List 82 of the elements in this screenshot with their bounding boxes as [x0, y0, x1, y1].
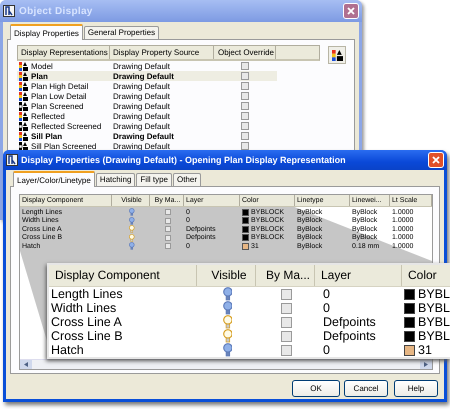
tab[interactable]: Hatching	[96, 173, 136, 186]
table-cell: Model	[31, 62, 53, 70]
window-title: Object Display	[19, 6, 94, 16]
table-cell-text: Drawing Default	[112, 142, 171, 150]
checkbox[interactable]	[281, 344, 292, 356]
checkbox[interactable]	[241, 62, 249, 70]
tab[interactable]: General Properties	[84, 26, 160, 39]
table-cell: Sill Plan	[31, 132, 62, 140]
column-header[interactable]: Display Component	[49, 265, 197, 286]
checkbox[interactable]	[281, 302, 292, 314]
table-cell-text: Defpoints	[322, 329, 377, 343]
table-cell-text: Cross Line B	[50, 329, 124, 343]
table-cell-text: 0	[322, 301, 331, 315]
table-cell-text: Width Lines	[50, 301, 118, 315]
column-header[interactable]: Object Override	[214, 46, 276, 59]
checkbox[interactable]	[241, 102, 249, 110]
table-cell: Plan Low Detail	[31, 92, 87, 100]
table-cell: Sill Plan Screened	[31, 142, 96, 150]
scroll-left-button[interactable]	[20, 360, 32, 369]
tab[interactable]: Display Properties	[10, 24, 83, 40]
table-cell-text: Drawing Default	[112, 82, 171, 90]
column-header[interactable]: Layer	[315, 265, 402, 286]
display-manager-button[interactable]	[328, 46, 346, 64]
checkbox[interactable]	[281, 330, 292, 342]
checkbox[interactable]	[241, 82, 249, 90]
table-cell-text: Drawing Default	[112, 132, 175, 140]
dialog-button[interactable]: Cancel	[344, 380, 388, 397]
table-cell-text: Drawing Default	[112, 62, 171, 70]
column-header[interactable]: By Ma...	[256, 265, 315, 286]
checkbox[interactable]	[241, 122, 249, 130]
checkbox[interactable]	[165, 226, 171, 232]
table-cell: BYBL	[418, 301, 450, 315]
checkbox[interactable]	[281, 288, 292, 300]
table-cell: BYBL	[418, 315, 450, 329]
table-cell-text: Drawing Default	[112, 102, 171, 110]
table-cell-text: Defpoints	[322, 315, 377, 329]
tab[interactable]: Fill type	[136, 173, 172, 186]
table-cell: Reflected Screened	[31, 122, 102, 130]
table-cell: Plan High Detail	[31, 82, 88, 90]
table-cell: BYBL	[418, 287, 450, 301]
checkbox[interactable]	[241, 92, 249, 100]
column-header[interactable]: Display Representations	[18, 46, 110, 59]
column-header[interactable]: Visible	[197, 265, 256, 286]
table-cell-text: 0	[322, 287, 331, 301]
table-cell: Reflected	[31, 112, 65, 120]
table-cell-text: Drawing Default	[112, 112, 171, 120]
window-title: Display Properties (Drawing Default) - Opening Plan Display Representation	[21, 155, 347, 165]
close-icon	[347, 7, 355, 15]
table-cell: BYBL	[418, 329, 450, 343]
right-arrow-icon	[424, 362, 428, 367]
tab[interactable]: Layer/Color/Linetype	[13, 171, 95, 187]
checkbox[interactable]	[241, 142, 249, 150]
table-cell: 31	[418, 343, 432, 357]
checkbox[interactable]	[281, 316, 292, 328]
column-header[interactable]: Color	[402, 265, 450, 286]
app-icon	[3, 5, 15, 17]
table-cell: Plan Screened	[31, 102, 84, 110]
checkbox[interactable]	[241, 132, 249, 140]
table-cell-text: Cross Line A	[50, 315, 123, 329]
column-header[interactable]: Display Property Source	[110, 46, 214, 59]
app-icon	[6, 154, 18, 166]
table-cell-text: Length Lines	[50, 287, 124, 301]
dialog-button[interactable]: Help	[394, 380, 438, 397]
tab[interactable]: Other	[172, 173, 201, 186]
checkbox[interactable]	[165, 209, 171, 216]
table-cell: Plan	[31, 72, 48, 80]
dialog-button[interactable]: OK	[292, 380, 340, 397]
left-arrow-icon	[24, 362, 28, 367]
checkbox[interactable]	[241, 72, 249, 80]
table-cell-text: Drawing Default	[112, 122, 171, 130]
close-button[interactable]	[343, 3, 359, 19]
table-cell-text: Hatch	[50, 343, 85, 357]
scroll-right-button[interactable]	[420, 360, 432, 369]
color-blocks-icon	[332, 50, 342, 60]
checkbox[interactable]	[241, 112, 249, 120]
close-button[interactable]	[428, 152, 444, 168]
table-cell-text: Drawing Default	[112, 92, 171, 100]
table-cell-text: Drawing Default	[112, 72, 175, 80]
close-icon	[432, 156, 440, 164]
table-cell-text: 0	[322, 343, 331, 357]
horizontal-scrollbar[interactable]	[20, 359, 432, 369]
checkbox[interactable]	[165, 243, 171, 250]
